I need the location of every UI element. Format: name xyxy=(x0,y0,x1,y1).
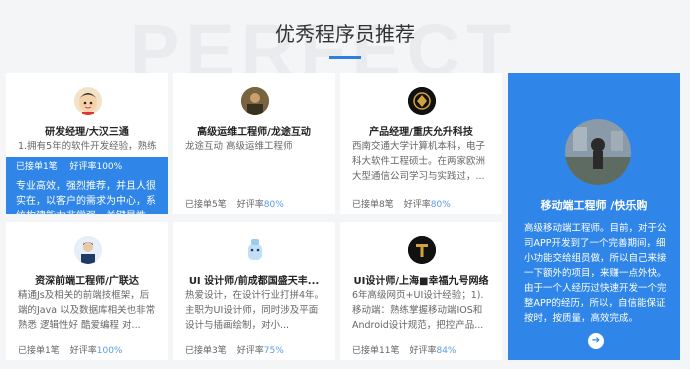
programmer-description: 精通Js及相关的前端技框架，后端的Java 以及数据库相关也非常熟悉 逻辑性好 … xyxy=(18,290,156,331)
programmer-name[interactable]: UI 设计师/前成都国盛天丰... xyxy=(173,272,335,287)
programmer-description: 6年高级网页+UI设计经验；1).移动端：熟练掌握移动端IOS和Android设… xyxy=(352,290,484,331)
rating-percent: 84% xyxy=(436,346,457,356)
programmer-card[interactable]: UI 设计师/前成都国盛天丰... 热爱设计，在设计行业打拼4年。主职为UI设计… xyxy=(173,222,335,360)
title-underline xyxy=(329,56,361,59)
person-avatar-icon xyxy=(74,236,102,264)
programmer-stats: 已接单1笔 好评率100% xyxy=(18,343,162,356)
programmer-card[interactable]: 高级运维工程师/龙途互动 龙途互动 高级运维工程师 已接单5笔 好评率80% xyxy=(173,73,335,214)
rating-percent: 80% xyxy=(430,200,451,210)
rating-label: 好评率 xyxy=(236,346,264,356)
logo-avatar-icon xyxy=(408,87,436,115)
programmer-card[interactable]: 资深前端工程师/广联达 精通Js及相关的前端技框架，后端的Java 以及数据库相… xyxy=(6,222,168,360)
programmer-card[interactable]: 研发经理/大汉三通 1.拥有5年的软件开发经验，熟练掌握... 已接单1笔 好评… xyxy=(6,73,168,214)
cartoon-avatar-icon xyxy=(74,87,102,115)
programmer-name[interactable]: 资深前端工程师/广联达 xyxy=(6,272,168,287)
programmer-name[interactable]: 产品经理/重庆允升科技 xyxy=(340,123,502,138)
featured-name[interactable]: 移动端工程师 /快乐购 xyxy=(508,197,680,213)
programmer-stats: 已接单5笔 好评率80% xyxy=(185,197,329,210)
programmer-description: 西南交通大学计算机本科，电子科大软件工程硕士。在两家欧洲大型通信公司学习与实践过… xyxy=(352,141,486,182)
programmer-description: 热爱设计，在设计行业打拼4年。主职为UI设计师，同时涉及平面设计与插画绘制，对小… xyxy=(185,290,325,331)
programmer-description: 龙途互动 高级运维工程师 xyxy=(185,141,293,152)
taker-logo-icon xyxy=(408,236,436,264)
programmer-stats: 已接单11笔 好评率84% xyxy=(352,343,496,356)
programmer-stats: 已接单3笔 好评率75% xyxy=(185,343,329,356)
rating-label: 好评率 xyxy=(409,346,437,356)
orders-count: 已接单1笔 xyxy=(18,346,60,356)
arrow-right-icon[interactable]: ➔ xyxy=(588,333,604,349)
rating-label: 好评率 xyxy=(403,200,431,210)
orders-count: 已接单11笔 xyxy=(352,346,400,356)
orders-count: 已接单1笔 xyxy=(16,162,58,172)
featured-description: 高级移动端工程师。目前，对于公司APP开发到了一个完善期间，细小功能交给组员做，… xyxy=(524,223,667,324)
review-text: 专业高效，强烈推荐，并且人很实在，以客户的需求为中心，系统构建能力非常强，关键是… xyxy=(16,181,156,214)
programmer-description: 1.拥有5年的软件开发经验，熟练掌握... xyxy=(18,141,157,152)
hover-detail-panel[interactable]: 已接单1笔 好评率100% 专业高效，强烈推荐，并且人很实在，以客户的需求为中心… xyxy=(6,157,168,214)
photo-avatar-icon xyxy=(241,87,269,115)
rating-percent: 100% xyxy=(96,346,123,356)
programmer-name[interactable]: 高级运维工程师/龙途互动 xyxy=(173,123,335,138)
programmer-name[interactable]: 研发经理/大汉三通 xyxy=(6,123,168,138)
section-title: 优秀程序员推荐 xyxy=(275,22,415,46)
rating-percent: 75% xyxy=(263,346,284,356)
rating-label: 好评率 xyxy=(236,200,264,210)
rating-label: 好评率 xyxy=(69,346,97,356)
featured-programmer-card[interactable]: 移动端工程师 /快乐购 高级移动端工程师。目前，对于公司APP开发到了一个完善期… xyxy=(508,73,680,360)
sticker-avatar-icon xyxy=(241,236,269,264)
hover-stats: 已接单1笔 好评率100% xyxy=(16,161,158,173)
rating-percent: 80% xyxy=(263,200,284,210)
programmer-stats: 已接单8笔 好评率80% xyxy=(352,197,496,210)
programmer-name[interactable]: UI设计师/上海■幸福九号网络 xyxy=(340,272,502,287)
programmer-card[interactable]: UI设计师/上海■幸福九号网络 6年高级网页+UI设计经验；1).移动端：熟练掌… xyxy=(340,222,502,360)
orders-count: 已接单8笔 xyxy=(352,200,394,210)
programmer-card[interactable]: 产品经理/重庆允升科技 西南交通大学计算机本科，电子科大软件工程硕士。在两家欧洲… xyxy=(340,73,502,214)
orders-count: 已接单3笔 xyxy=(185,346,227,356)
rating: 好评率100% xyxy=(69,162,123,172)
orders-count: 已接单5笔 xyxy=(185,200,227,210)
featured-avatar-icon xyxy=(565,119,631,185)
